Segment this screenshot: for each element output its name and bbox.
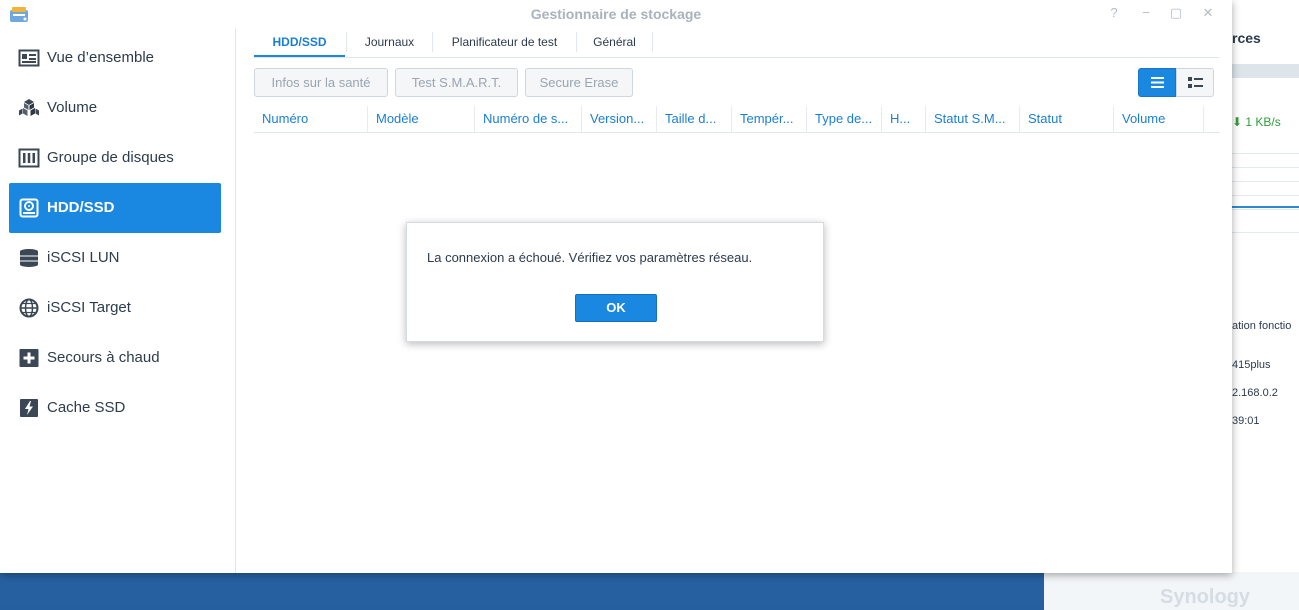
- disk-table-header: Numéro Modèle Numéro de s... Version... …: [254, 106, 1220, 133]
- ok-button[interactable]: OK: [575, 294, 657, 322]
- secure-erase-button[interactable]: Secure Erase: [525, 68, 633, 97]
- widget-divider: [1232, 232, 1299, 233]
- list-view-icon: [1151, 77, 1164, 88]
- sidebar: Vue d’ensemble Volume Groupe de disques: [0, 28, 236, 573]
- detail-view-button[interactable]: [1176, 68, 1214, 97]
- close-icon[interactable]: ✕: [1200, 5, 1216, 21]
- widget-status-text: ation fonctio: [1232, 320, 1292, 332]
- error-dialog: La connexion a échoué. Vérifiez vos para…: [406, 222, 824, 342]
- sidebar-item-label: Cache SSD: [47, 399, 126, 416]
- sidebar-item-label: Vue d’ensemble: [47, 49, 155, 66]
- widget-title: rces: [1232, 30, 1261, 46]
- globe-icon: [19, 298, 39, 318]
- column-header-type[interactable]: Type de...: [807, 106, 882, 132]
- plus-box-icon: [19, 349, 39, 367]
- column-header-firmware[interactable]: Version...: [582, 106, 657, 132]
- hdd-icon: [19, 198, 39, 218]
- column-header-status[interactable]: Statut: [1020, 106, 1114, 132]
- tab-general[interactable]: Général: [577, 28, 652, 57]
- column-header-h[interactable]: H...: [882, 106, 926, 132]
- disk-group-icon: [18, 148, 40, 168]
- sidebar-item-label: HDD/SSD: [47, 199, 115, 216]
- widget-speed-value: 1 KB/s: [1245, 115, 1281, 129]
- database-stack-icon: [20, 249, 38, 267]
- widget-bar: [1232, 64, 1299, 78]
- detail-view-icon: [1188, 77, 1203, 88]
- minimize-icon[interactable]: −: [1138, 5, 1154, 21]
- sidebar-item-hdd-ssd[interactable]: HDD/SSD: [9, 183, 221, 233]
- window-title: Gestionnaire de stockage: [530, 6, 702, 22]
- health-info-button[interactable]: Infos sur la santé: [254, 68, 388, 97]
- dialog-message: La connexion a échoué. Vérifiez vos para…: [427, 250, 753, 265]
- sidebar-item-label: Groupe de disques: [47, 149, 174, 166]
- column-header-temperature[interactable]: Tempér...: [732, 106, 807, 132]
- tab-divider: [652, 32, 653, 52]
- widget-model-text: 415plus: [1232, 359, 1271, 371]
- tab-test-scheduler[interactable]: Planificateur de test: [433, 28, 576, 57]
- sidebar-item-label: Secours à chaud: [47, 349, 160, 366]
- sidebar-item-disk-group[interactable]: Groupe de disques: [9, 133, 221, 183]
- widget-ip-text: 2.168.0.2: [1232, 387, 1278, 399]
- tab-bar: HDD/SSD Journaux Planificateur de test G…: [254, 28, 1219, 58]
- help-icon[interactable]: ?: [1106, 5, 1122, 21]
- sidebar-item-hot-spare[interactable]: Secours à chaud: [9, 333, 221, 383]
- widget-graph-line: [1232, 206, 1299, 208]
- column-header-volume[interactable]: Volume: [1114, 106, 1204, 132]
- tab-hdd-ssd[interactable]: HDD/SSD: [254, 28, 345, 57]
- volume-cubes-icon: [19, 99, 39, 116]
- maximize-icon[interactable]: ▢: [1168, 5, 1184, 21]
- widget-time-text: 39:01: [1232, 415, 1260, 427]
- sidebar-item-volume[interactable]: Volume: [9, 83, 221, 133]
- sidebar-item-label: Volume: [47, 99, 98, 116]
- overview-icon: [18, 49, 40, 67]
- storage-manager-window: Gestionnaire de stockage ? − ▢ ✕ Vue d’e…: [0, 0, 1232, 573]
- column-header-smart-status[interactable]: Statut S.M...: [926, 106, 1020, 132]
- widget-speed: ⬇ 1 KB/s: [1232, 115, 1281, 129]
- lightning-drive-icon: [20, 399, 38, 417]
- column-header-size[interactable]: Taille d...: [657, 106, 732, 132]
- download-arrow-icon: ⬇: [1232, 115, 1243, 129]
- column-header-model[interactable]: Modèle: [368, 106, 475, 132]
- sidebar-item-ssd-cache[interactable]: Cache SSD: [9, 383, 221, 433]
- brand-watermark: Synology: [1160, 586, 1251, 608]
- column-header-serial[interactable]: Numéro de s...: [475, 106, 582, 132]
- sidebar-item-iscsi-lun[interactable]: iSCSI LUN: [9, 233, 221, 283]
- background-resource-widget: rces ⬇ 1 KB/s ation fonctio 415plus 2.16…: [1232, 0, 1299, 610]
- column-header-number[interactable]: Numéro: [254, 106, 368, 132]
- sidebar-item-overview[interactable]: Vue d’ensemble: [9, 33, 221, 83]
- sidebar-item-label: iSCSI Target: [47, 299, 131, 316]
- smart-test-button[interactable]: Test S.M.A.R.T.: [395, 68, 518, 97]
- tab-logs[interactable]: Journaux: [347, 28, 432, 57]
- list-view-button[interactable]: [1138, 68, 1176, 97]
- sidebar-item-iscsi-target[interactable]: iSCSI Target: [9, 283, 221, 333]
- title-bar[interactable]: Gestionnaire de stockage ? − ▢ ✕: [0, 0, 1232, 28]
- sidebar-item-label: iSCSI LUN: [47, 249, 120, 266]
